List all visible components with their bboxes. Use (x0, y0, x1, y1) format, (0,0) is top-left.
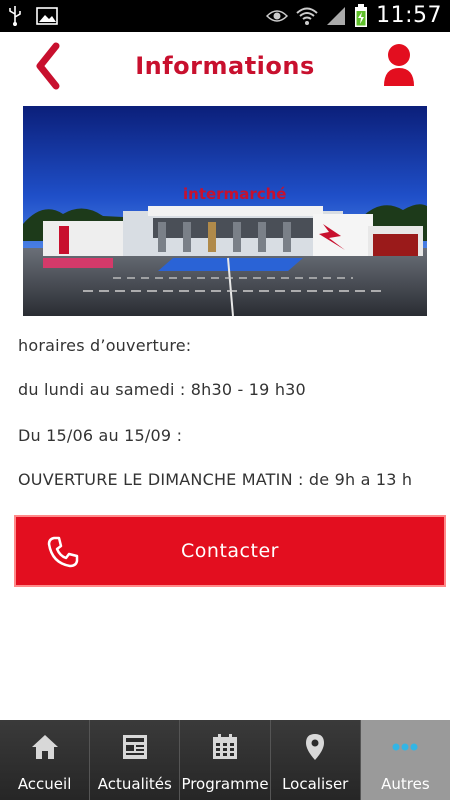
status-bar: 11:57 (0, 0, 450, 32)
usb-icon (9, 6, 21, 26)
eye-icon (266, 9, 289, 22)
tab-actualites[interactable]: Actualités (90, 720, 181, 800)
contact-button[interactable]: Contacter (14, 515, 446, 587)
home-icon (31, 735, 58, 759)
calendar-icon (213, 734, 237, 759)
image-icon (36, 7, 58, 25)
more-icon (392, 743, 418, 751)
contact-label: Contacter (181, 540, 279, 562)
tab-programme[interactable]: Programme (180, 720, 271, 800)
store-sign: intermarché (183, 185, 286, 203)
store-photo: intermarché (23, 106, 427, 316)
tab-label: Autres (381, 775, 430, 793)
status-time: 11:57 (376, 3, 442, 28)
header: Informations (0, 32, 450, 104)
tab-bar: Accueil Actualités Programme Localiser A… (0, 720, 450, 800)
tab-autres[interactable]: Autres (360, 720, 450, 800)
opening-hours-heading: horaires d’ouverture: (18, 336, 192, 355)
map-pin-icon (306, 734, 325, 760)
user-button[interactable] (382, 42, 416, 88)
tab-label: Programme (181, 775, 269, 793)
signal-icon (327, 6, 346, 25)
opening-hours-weekdays: du lundi au samedi : 8h30 - 19 h30 (18, 380, 306, 399)
tab-label: Localiser (282, 775, 349, 793)
battery-charging-icon (355, 3, 368, 27)
tab-label: Actualités (97, 775, 172, 793)
tab-label: Accueil (17, 775, 72, 793)
wifi-icon (296, 7, 318, 25)
sunday-opening: OUVERTURE LE DIMANCHE MATIN : de 9h a 13… (18, 470, 413, 489)
tab-accueil[interactable]: Accueil (0, 720, 91, 800)
summer-period: Du 15/06 au 15/09 : (18, 426, 183, 445)
newspaper-icon (122, 735, 147, 759)
tab-localiser[interactable]: Localiser (270, 720, 361, 800)
user-icon (384, 44, 414, 86)
